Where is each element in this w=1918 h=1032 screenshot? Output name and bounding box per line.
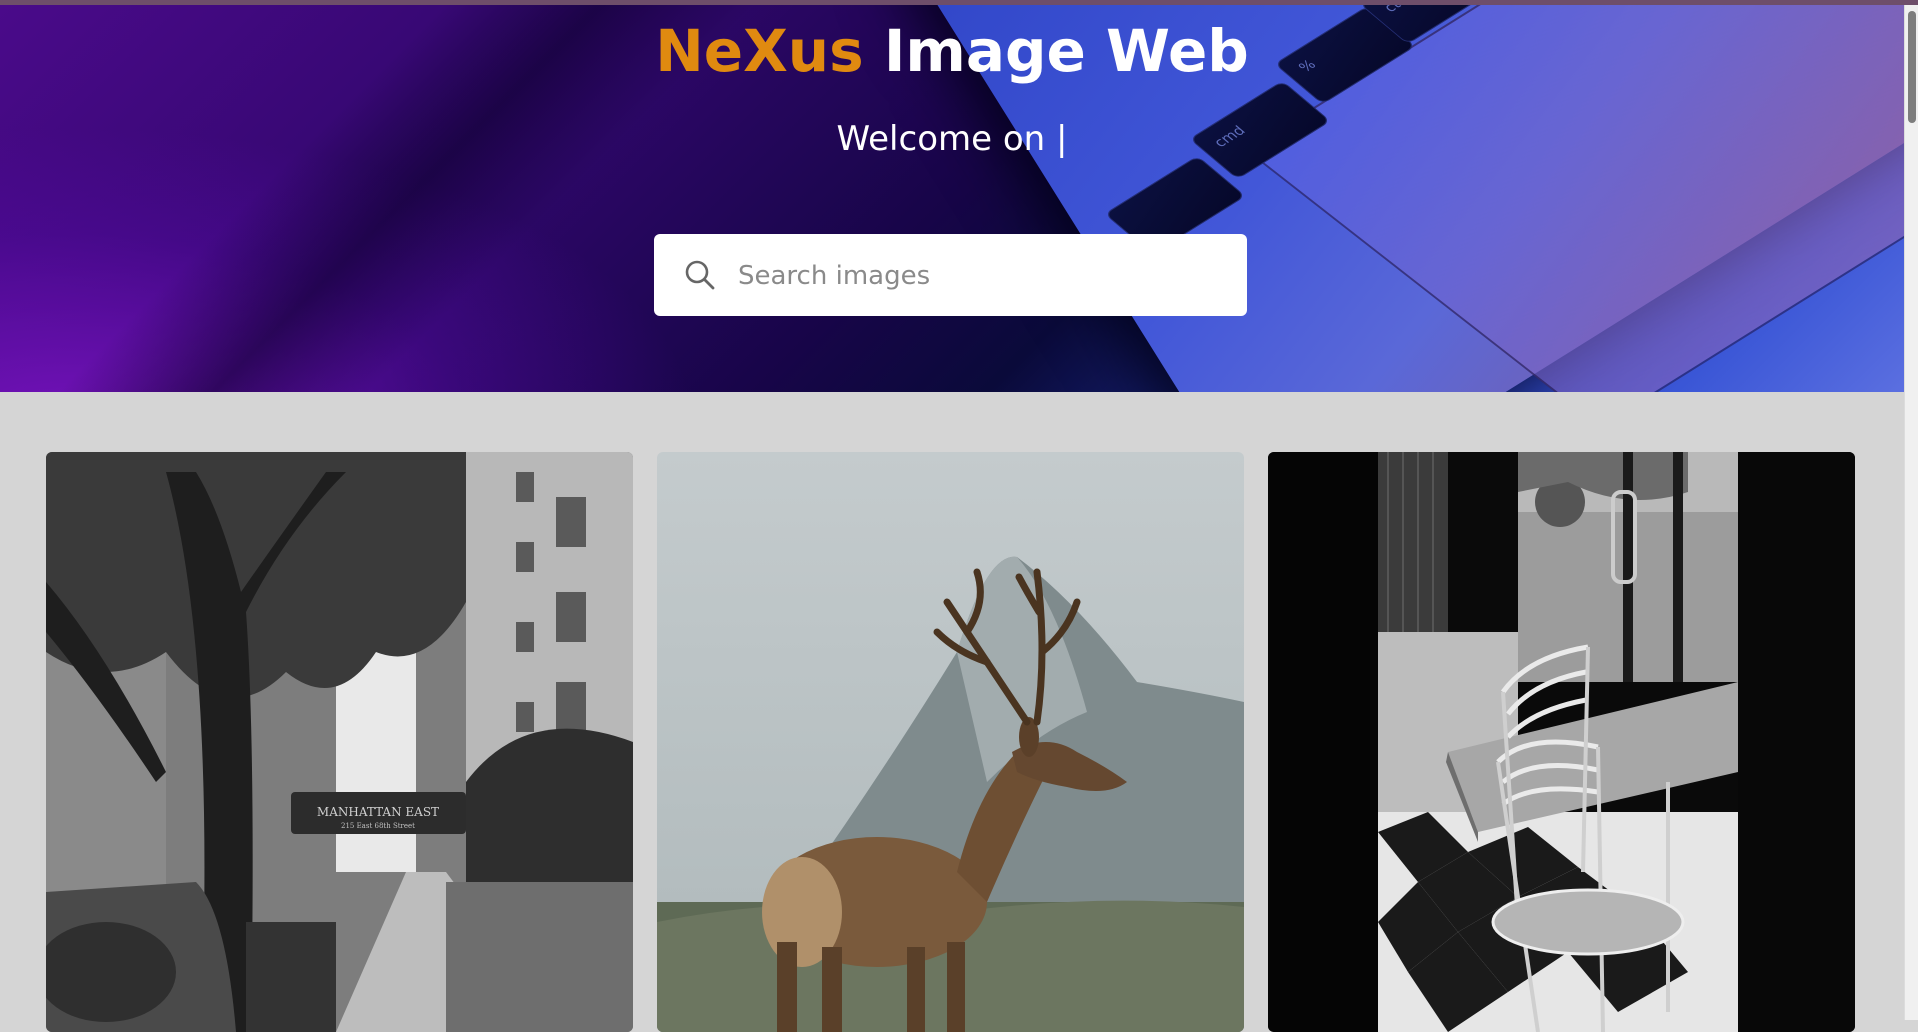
welcome-text: Welcome on | — [836, 119, 1068, 159]
site-title-text: Image Web — [883, 17, 1249, 85]
search-bar[interactable] — [654, 234, 1247, 318]
page-scrollbar[interactable] — [1904, 5, 1918, 1020]
gallery-image-cafe[interactable] — [1268, 452, 1855, 1032]
search-icon[interactable] — [684, 259, 716, 291]
search-input[interactable] — [736, 234, 1230, 318]
scrollbar-thumb[interactable] — [1908, 11, 1916, 123]
deer-photo — [657, 452, 1244, 1032]
cafe-chairs-photo — [1268, 452, 1855, 1032]
awning-sign-text: MANHATTAN EAST — [317, 805, 439, 819]
street-photo: MANHATTAN EAST 215 East 68th Street — [46, 452, 633, 1032]
hero-banner: cmd % ctrl NeXus Image Web Welcome on | — [0, 5, 1904, 392]
site-title: NeXus Image Web — [0, 15, 1904, 87]
image-gallery: MANHATTAN EAST 215 East 68th Street — [0, 392, 1904, 1032]
awning-sign-subtext: 215 East 68th Street — [341, 822, 415, 830]
gallery-image-street[interactable]: MANHATTAN EAST 215 East 68th Street — [46, 452, 633, 1032]
gallery-image-deer[interactable] — [657, 452, 1244, 1032]
brand-name: NeXus — [655, 17, 864, 85]
